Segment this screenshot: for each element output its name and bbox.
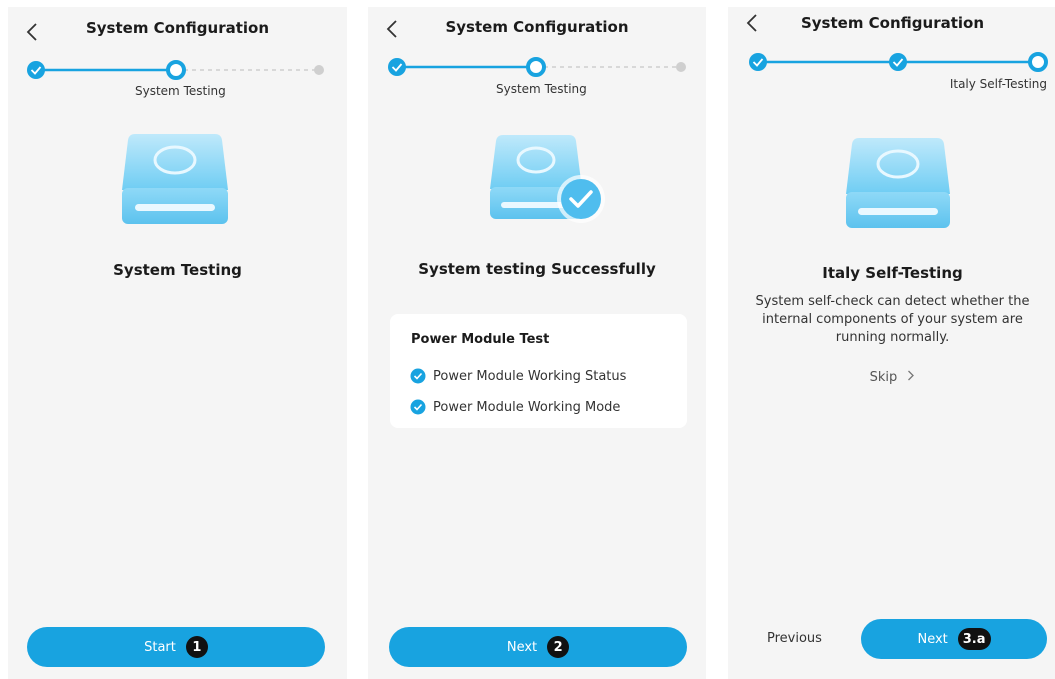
annotation-badge: 1 — [185, 636, 208, 658]
skip-link[interactable]: Skip — [728, 370, 1055, 385]
progress-stepper — [749, 52, 1048, 72]
check-item-working-status: Power Module Working Status — [410, 366, 626, 386]
step-done-icon — [749, 53, 767, 71]
step-label: System Testing — [496, 82, 587, 96]
step-done-icon — [388, 58, 406, 76]
next-button[interactable]: Next 2 — [389, 627, 687, 667]
chevron-right-icon — [907, 370, 915, 385]
step-current-icon — [1028, 52, 1048, 72]
check-circle-icon — [410, 399, 426, 415]
previous-button[interactable]: Previous — [767, 631, 822, 646]
screen-heading: Italy Self-Testing — [822, 264, 963, 282]
screen-heading: System Testing — [113, 261, 242, 279]
drive-success-illustration-icon — [489, 131, 609, 231]
screen-description: System self-check can detect whether the… — [755, 294, 1030, 345]
check-item-label: Power Module Working Status — [433, 368, 627, 384]
step-pending-icon — [676, 62, 686, 72]
step-current-icon — [526, 57, 546, 77]
screen-heading: System testing Successfully — [418, 260, 656, 278]
screen-system-testing: System Configuration System Testing Syst… — [8, 7, 347, 679]
screen-testing-success: System Configuration System Testing Syst… — [368, 7, 706, 679]
screen-italy-self-testing: System Configuration Italy Self-Testing … — [728, 7, 1055, 679]
annotation-badge: 2 — [547, 636, 570, 658]
check-item-label: Power Module Working Mode — [433, 399, 621, 415]
step-label: System Testing — [135, 84, 226, 98]
next-button-label: Next — [506, 639, 538, 655]
drive-illustration-icon — [121, 130, 229, 230]
annotation-badge: 3.a — [957, 628, 991, 650]
check-item-working-mode: Power Module Working Mode — [410, 397, 620, 417]
next-button-label: Next — [917, 631, 948, 647]
drive-illustration-icon — [845, 134, 951, 234]
step-done-icon — [27, 61, 45, 79]
start-button[interactable]: Start 1 — [27, 627, 325, 667]
start-button-label: Start — [144, 639, 176, 655]
next-button[interactable]: Next 3.a — [861, 619, 1047, 659]
power-module-test-card: Power Module Test Power Module Working S… — [390, 314, 687, 428]
skip-label: Skip — [869, 370, 898, 385]
step-label: Italy Self-Testing — [949, 77, 1047, 91]
card-title: Power Module Test — [411, 332, 550, 347]
step-done-icon — [889, 53, 907, 71]
check-circle-icon — [410, 368, 426, 384]
step-pending-icon — [314, 65, 324, 75]
step-current-icon — [166, 60, 186, 80]
